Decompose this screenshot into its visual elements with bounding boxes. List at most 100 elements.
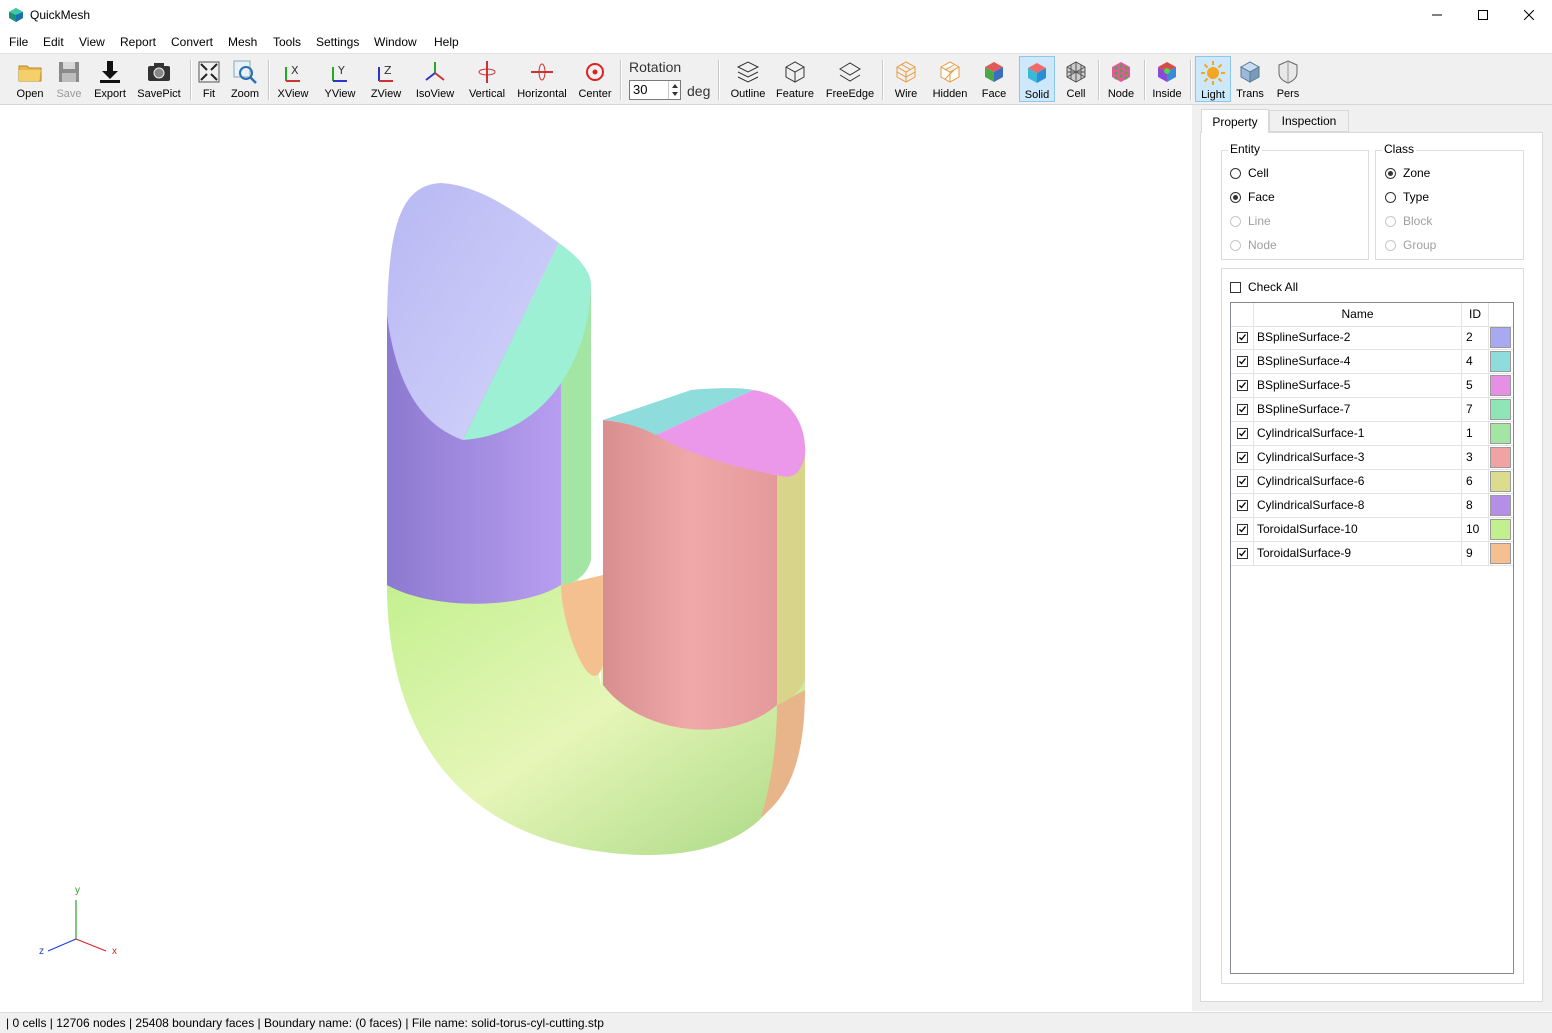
menu-window[interactable]: Window [374, 35, 417, 49]
trans-button[interactable]: Trans [1234, 56, 1266, 102]
grid-header-name[interactable]: Name [1253, 303, 1462, 326]
class-block-radio[interactable]: Block [1385, 214, 1432, 228]
table-row[interactable]: CylindricalSurface-1 1 [1231, 422, 1513, 446]
center-button[interactable]: Center [576, 56, 614, 102]
row-color-swatch[interactable] [1490, 471, 1511, 492]
table-row[interactable]: BSplineSurface-4 4 [1231, 350, 1513, 374]
class-type-radio[interactable]: Type [1385, 190, 1429, 204]
menu-file[interactable]: File [9, 35, 28, 49]
pers-button[interactable]: Pers [1272, 56, 1304, 102]
row-name: CylindricalSurface-6 [1254, 470, 1462, 493]
grid-header-id[interactable]: ID [1462, 303, 1489, 326]
face-button[interactable]: Face [976, 56, 1012, 102]
row-checkbox[interactable] [1231, 494, 1254, 517]
fit-button[interactable]: Fit [195, 56, 223, 102]
menu-edit[interactable]: Edit [43, 35, 64, 49]
row-checkbox[interactable] [1231, 350, 1254, 373]
row-color-swatch[interactable] [1490, 423, 1511, 444]
entity-face-radio[interactable]: Face [1230, 190, 1275, 204]
row-name: BSplineSurface-2 [1254, 326, 1462, 349]
table-row[interactable]: CylindricalSurface-8 8 [1231, 494, 1513, 518]
menu-tools[interactable]: Tools [273, 35, 301, 49]
row-color-swatch[interactable] [1490, 375, 1511, 396]
row-color-swatch[interactable] [1490, 399, 1511, 420]
hidden-button[interactable]: Hidden [930, 56, 970, 102]
row-color-swatch[interactable] [1490, 327, 1511, 348]
open-button[interactable]: Open [12, 56, 48, 102]
table-row[interactable]: CylindricalSurface-6 6 [1231, 470, 1513, 494]
entity-cell-radio[interactable]: Cell [1230, 166, 1269, 180]
yview-button[interactable]: Y YView [321, 56, 359, 102]
outline-button[interactable]: Outline [728, 56, 768, 102]
tab-property[interactable]: Property [1201, 109, 1269, 133]
class-zone-radio[interactable]: Zone [1385, 166, 1430, 180]
row-color-swatch[interactable] [1490, 351, 1511, 372]
table-row[interactable]: ToroidalSurface-10 10 [1231, 518, 1513, 542]
export-button[interactable]: Export [90, 56, 130, 102]
maximize-button[interactable] [1460, 0, 1506, 30]
vertical-rotate-button[interactable]: Vertical [466, 56, 508, 102]
cell-button[interactable]: Cell [1060, 56, 1092, 102]
row-color-swatch[interactable] [1490, 495, 1511, 516]
xview-button[interactable]: X XView [275, 56, 311, 102]
feature-button[interactable]: Feature [774, 56, 816, 102]
entity-node-radio[interactable]: Node [1230, 238, 1277, 252]
rotation-spinner[interactable] [668, 81, 681, 99]
freeedge-button[interactable]: FreeEdge [824, 56, 876, 102]
menu-help[interactable]: Help [434, 35, 459, 49]
table-row[interactable]: ToroidalSurface-9 9 [1231, 542, 1513, 566]
table-row[interactable]: CylindricalSurface-3 3 [1231, 446, 1513, 470]
menu-view[interactable]: View [79, 35, 105, 49]
menu-settings[interactable]: Settings [316, 35, 359, 49]
light-button[interactable]: Light [1195, 56, 1231, 102]
class-group-radio[interactable]: Group [1385, 238, 1436, 252]
inside-button[interactable]: Inside [1150, 56, 1184, 102]
menu-convert[interactable]: Convert [171, 35, 213, 49]
zview-button[interactable]: Z ZView [368, 56, 404, 102]
row-id: 9 [1462, 542, 1489, 565]
save-button[interactable]: Save [52, 56, 86, 102]
camera-icon [148, 63, 170, 81]
table-row[interactable]: BSplineSurface-2 2 [1231, 326, 1513, 350]
close-button[interactable] [1506, 0, 1552, 30]
zoom-button[interactable]: Zoom [229, 56, 261, 102]
row-id: 6 [1462, 470, 1489, 493]
rotation-unit: deg [687, 83, 711, 99]
row-checkbox[interactable] [1231, 326, 1254, 349]
x-axis-view-icon: X [285, 64, 300, 82]
check-all-checkbox[interactable]: Check All [1230, 280, 1298, 294]
menu-report[interactable]: Report [120, 35, 156, 49]
minimize-button[interactable] [1414, 0, 1460, 30]
checkmark-icon [1238, 406, 1246, 413]
row-id: 1 [1462, 422, 1489, 445]
hidden-line-cube-icon [940, 61, 960, 83]
row-checkbox[interactable] [1231, 422, 1254, 445]
row-checkbox[interactable] [1231, 518, 1254, 541]
row-checkbox[interactable] [1231, 446, 1254, 469]
horizontal-rotate-button[interactable]: Horizontal [516, 56, 568, 102]
row-color-swatch[interactable] [1490, 519, 1511, 540]
row-color-swatch[interactable] [1490, 543, 1511, 564]
node-button[interactable]: Node [1104, 56, 1138, 102]
wire-button[interactable]: Wire [888, 56, 924, 102]
status-bar: | 0 cells | 12706 nodes | 25408 boundary… [0, 1012, 1552, 1033]
solid-button[interactable]: Solid [1019, 56, 1055, 102]
3d-viewport[interactable]: y x z [1, 105, 1191, 1011]
row-name: CylindricalSurface-8 [1254, 494, 1462, 517]
row-checkbox[interactable] [1231, 470, 1254, 493]
perspective-shield-icon [1278, 60, 1298, 84]
maximize-icon [1478, 10, 1488, 20]
savepict-button[interactable]: SavePict [136, 56, 182, 102]
row-checkbox[interactable] [1231, 542, 1254, 565]
tab-inspection[interactable]: Inspection [1269, 110, 1349, 132]
title-bar: QuickMesh [0, 0, 1552, 30]
table-row[interactable]: BSplineSurface-5 5 [1231, 374, 1513, 398]
checkmark-icon [1238, 550, 1246, 557]
entity-line-radio[interactable]: Line [1230, 214, 1271, 228]
row-color-swatch[interactable] [1490, 447, 1511, 468]
row-checkbox[interactable] [1231, 398, 1254, 421]
row-checkbox[interactable] [1231, 374, 1254, 397]
table-row[interactable]: BSplineSurface-7 7 [1231, 398, 1513, 422]
menu-mesh[interactable]: Mesh [228, 35, 257, 49]
isoview-button[interactable]: IsoView [413, 56, 457, 102]
